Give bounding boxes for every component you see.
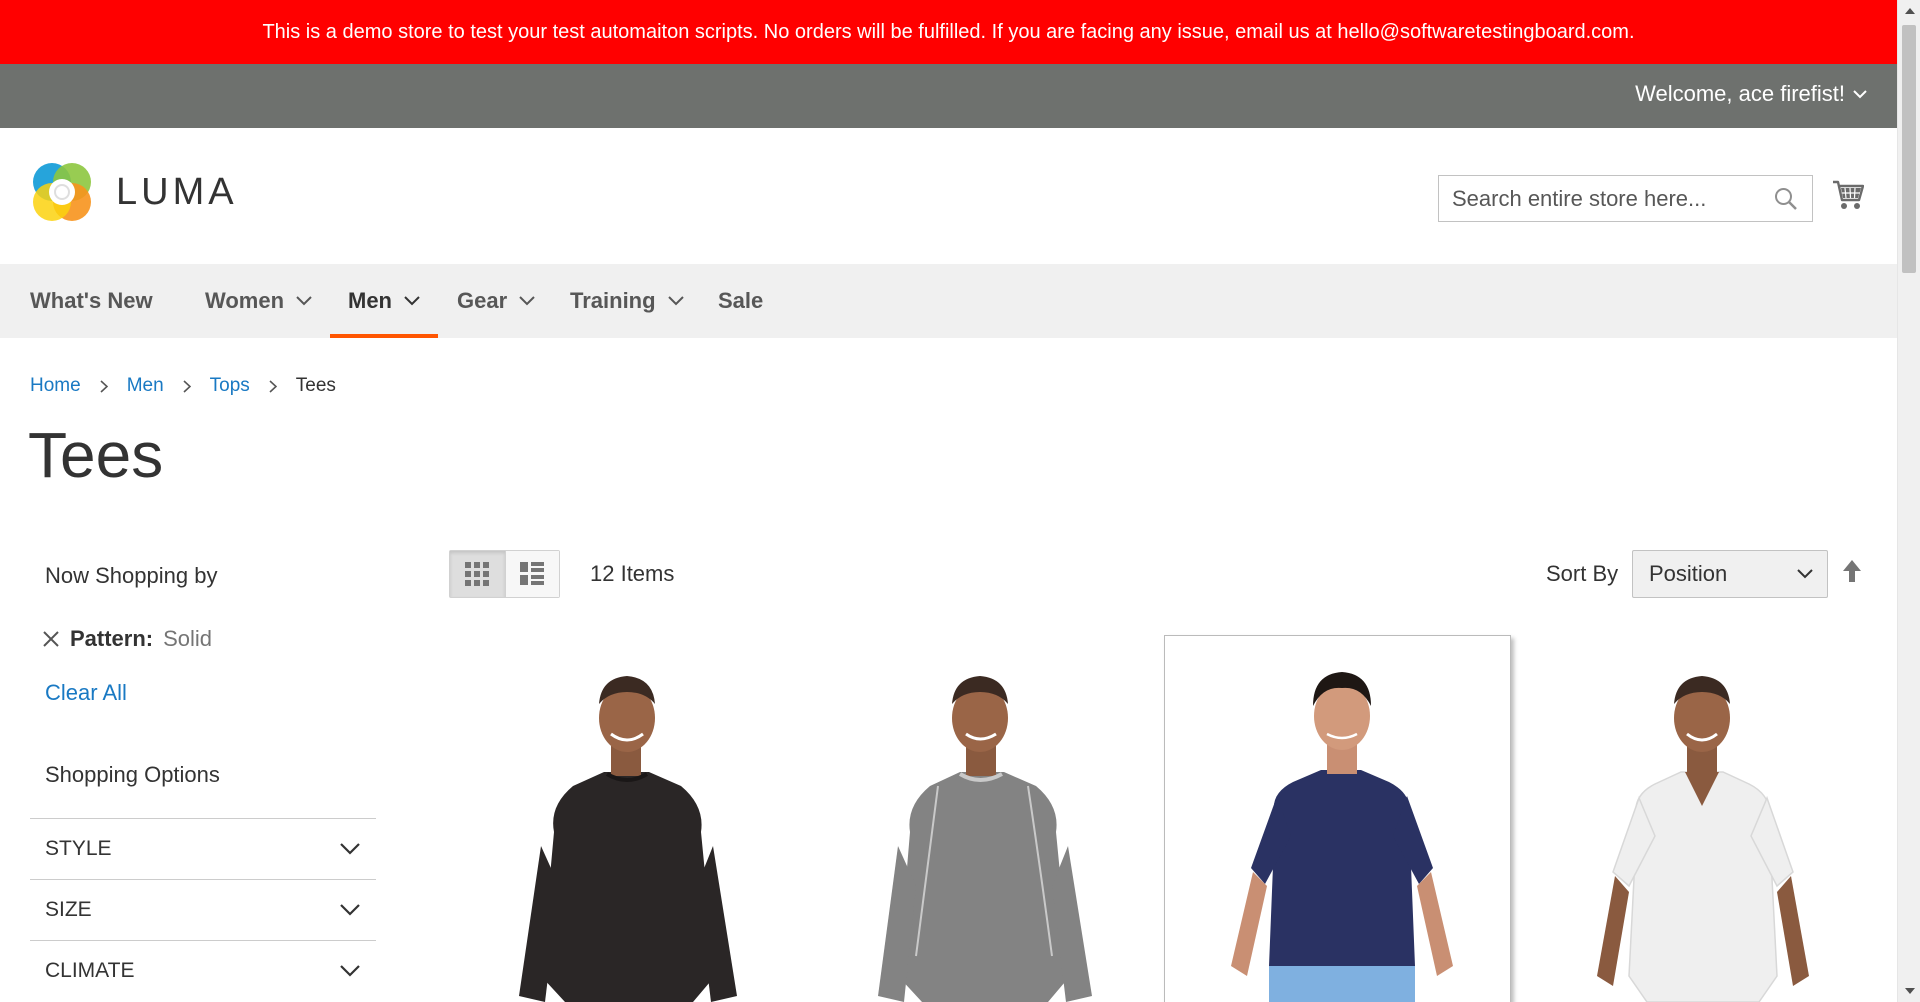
- sort-by-label: Sort By: [1546, 561, 1619, 586]
- filter-group-label: STYLE: [45, 837, 112, 860]
- product-item[interactable]: [1525, 636, 1871, 1002]
- chevron-down-icon: [1853, 90, 1867, 99]
- list-view-button[interactable]: [504, 551, 559, 597]
- welcome-message: Welcome, ace firefist!: [1635, 81, 1845, 106]
- breadcrumb-tops-link[interactable]: Tops: [210, 375, 250, 397]
- page-title: Tees: [28, 419, 164, 491]
- nav-item-training[interactable]: Training: [570, 264, 684, 338]
- product-image[interactable]: [1165, 636, 1511, 1002]
- product-item[interactable]: [449, 636, 795, 1002]
- view-mode-switcher: [449, 550, 560, 598]
- top-account-bar: Welcome, ace firefist!: [0, 64, 1897, 128]
- main-navigation: What's New Women Men Gear Training Sale: [0, 264, 1897, 338]
- luma-logo-icon: [33, 163, 91, 221]
- product-image[interactable]: [1525, 636, 1871, 1002]
- nav-item-gear[interactable]: Gear: [457, 264, 535, 338]
- clear-all-filters-link[interactable]: Clear All: [45, 680, 127, 706]
- scrollbar-thumb[interactable]: [1902, 25, 1916, 273]
- logo-text: LUMA: [116, 170, 238, 213]
- nav-item-men[interactable]: Men: [330, 264, 438, 338]
- scroll-down-arrow-icon[interactable]: [1898, 980, 1920, 1002]
- product-grid: [449, 635, 1871, 1002]
- chevron-down-icon: [1797, 569, 1813, 579]
- chevron-right-icon: [100, 379, 108, 393]
- chevron-down-icon: [340, 843, 360, 855]
- products-toolbar: 12 Items Sort By Position: [449, 550, 1871, 600]
- shopping-cart-icon[interactable]: [1832, 178, 1864, 212]
- demo-store-banner-text: This is a demo store to test your test a…: [262, 20, 1635, 43]
- page-scrollbar[interactable]: [1897, 0, 1920, 1002]
- sort-by-select[interactable]: Position: [1632, 550, 1828, 598]
- sort-direction-arrow-up-icon[interactable]: [1842, 559, 1862, 583]
- account-menu-toggle[interactable]: Welcome, ace firefist!: [1635, 81, 1867, 107]
- chevron-down-icon: [519, 296, 535, 306]
- chevron-down-icon: [340, 965, 360, 977]
- product-image[interactable]: [449, 636, 795, 1002]
- sort-by-value: Position: [1649, 561, 1728, 586]
- breadcrumb-men-link[interactable]: Men: [127, 375, 164, 397]
- filter-group-label: SIZE: [45, 898, 92, 921]
- store-logo-link[interactable]: LUMA: [30, 160, 238, 224]
- now-shopping-by-title: Now Shopping by: [45, 563, 218, 588]
- chevron-right-icon: [183, 379, 191, 393]
- nav-item-label: Women: [205, 288, 285, 313]
- nav-item-label: Sale: [718, 288, 764, 313]
- product-item[interactable]: [1164, 635, 1511, 1002]
- list-icon: [520, 562, 545, 585]
- nav-item-label: What's New: [30, 288, 153, 313]
- nav-item-whats-new[interactable]: What's New: [30, 264, 153, 338]
- nav-item-women[interactable]: Women: [205, 264, 312, 338]
- page-header: LUMA: [0, 128, 1897, 264]
- chevron-right-icon: [269, 379, 277, 393]
- nav-item-label: Training: [570, 288, 656, 313]
- filter-group-label: CLIMATE: [45, 959, 135, 982]
- product-item[interactable]: [808, 636, 1154, 1002]
- remove-filter-icon[interactable]: [42, 630, 60, 648]
- active-filter-value: Solid: [163, 626, 213, 651]
- filter-size[interactable]: SIZE: [30, 879, 376, 940]
- scroll-up-arrow-icon[interactable]: [1898, 0, 1920, 22]
- breadcrumb-current: Tees: [295, 375, 336, 396]
- chevron-down-icon: [667, 296, 684, 306]
- filter-climate[interactable]: CLIMATE: [30, 940, 376, 1001]
- product-image[interactable]: [808, 636, 1154, 1002]
- breadcrumb-home-link[interactable]: Home: [30, 375, 81, 397]
- items-count: 12 Items: [590, 561, 675, 586]
- nav-item-sale[interactable]: Sale: [718, 264, 763, 338]
- breadcrumb: Home Men Tops Tees: [30, 375, 336, 397]
- chevron-down-icon: [404, 296, 420, 306]
- nav-item-label: Gear: [457, 288, 508, 313]
- active-filter: Pattern: Solid: [42, 626, 212, 652]
- shopping-options-title: Shopping Options: [45, 762, 220, 787]
- filter-style[interactable]: STYLE: [30, 818, 376, 879]
- grid-icon: [465, 562, 490, 586]
- search-icon[interactable]: [1774, 187, 1798, 211]
- chevron-down-icon: [340, 904, 360, 916]
- search-input[interactable]: [1439, 176, 1759, 221]
- nav-item-label: Men: [348, 288, 392, 313]
- grid-view-button[interactable]: [450, 551, 505, 597]
- active-filter-label: Pattern:: [70, 626, 154, 651]
- demo-store-banner: This is a demo store to test your test a…: [0, 0, 1897, 64]
- search-box: [1438, 175, 1813, 222]
- chevron-down-icon: [296, 296, 312, 306]
